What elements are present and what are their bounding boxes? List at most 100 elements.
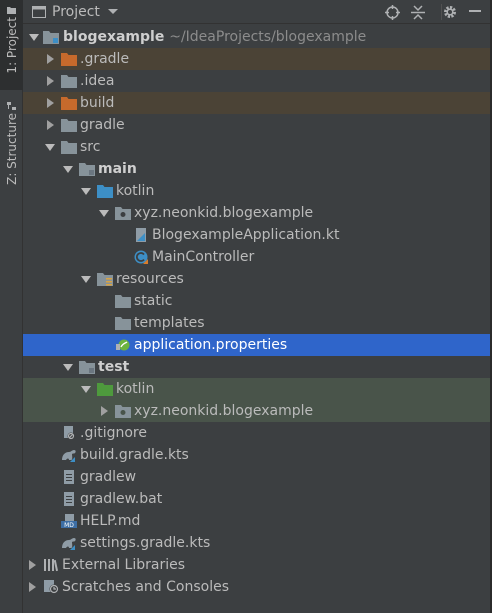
folder-icon bbox=[61, 141, 77, 154]
tree-node-label: src bbox=[80, 139, 101, 155]
structure-tool-tab[interactable]: Z: Structure bbox=[0, 96, 23, 188]
tree-node-src[interactable]: src bbox=[23, 136, 490, 158]
module-folder-icon bbox=[79, 361, 95, 374]
tree-node-static[interactable]: static bbox=[23, 290, 490, 312]
folder-icon bbox=[115, 295, 131, 308]
tree-node-test-kotlin[interactable]: kotlin bbox=[23, 378, 490, 400]
chevron-down-icon[interactable] bbox=[107, 9, 118, 14]
project-tool-tab[interactable]: 1: Project bbox=[0, 0, 23, 90]
chevron-down-icon[interactable] bbox=[81, 188, 91, 195]
tree-node-test-package[interactable]: xyz.neonkid.blogexample bbox=[23, 400, 490, 422]
tree-node-scratches[interactable]: Scratches and Consoles bbox=[23, 576, 490, 598]
tree-node-label: xyz.neonkid.blogexample bbox=[134, 205, 314, 221]
tree-node-label: Scratches and Consoles bbox=[62, 579, 229, 595]
text-file-icon bbox=[64, 470, 74, 484]
project-path: ~/IdeaProjects/blogexample bbox=[169, 29, 367, 45]
resources-root-icon bbox=[97, 273, 113, 286]
chevron-right-icon[interactable] bbox=[29, 582, 36, 592]
tree-node-gradle[interactable]: gradle bbox=[23, 114, 490, 136]
project-tree[interactable]: blogexample ~/IdeaProjects/blogexample .… bbox=[23, 26, 490, 598]
tree-node-test[interactable]: test bbox=[23, 356, 490, 378]
tree-node-label: settings.gradle.kts bbox=[80, 535, 211, 551]
structure-tool-tab-label: Z: Structure bbox=[4, 113, 19, 185]
tree-node-gradlew[interactable]: gradlew bbox=[23, 466, 490, 488]
package-icon bbox=[115, 207, 131, 220]
tree-node-templates[interactable]: templates bbox=[23, 312, 490, 334]
tree-node-resources[interactable]: resources bbox=[23, 268, 490, 290]
tree-node-label: blogexample ~/IdeaProjects/blogexample bbox=[63, 28, 366, 46]
chevron-down-icon[interactable] bbox=[81, 386, 91, 393]
tree-node-main-kotlin[interactable]: kotlin bbox=[23, 180, 490, 202]
chevron-right-icon[interactable] bbox=[29, 560, 36, 570]
tree-node-label: gradlew.bat bbox=[80, 491, 163, 507]
tree-node-label: kotlin bbox=[116, 381, 155, 397]
project-icon bbox=[32, 5, 46, 18]
tree-node-build[interactable]: build bbox=[23, 92, 490, 114]
tree-node-dot-idea[interactable]: .idea bbox=[23, 70, 490, 92]
gradle-kts-icon bbox=[62, 538, 76, 550]
tree-node-blogexample-application[interactable]: BlogexampleApplication.kt bbox=[23, 224, 490, 246]
tree-node-gradlew-bat[interactable]: gradlew.bat bbox=[23, 488, 490, 510]
tree-node-label: xyz.neonkid.blogexample bbox=[134, 403, 314, 419]
locate-icon bbox=[384, 4, 400, 20]
chevron-down-icon[interactable] bbox=[45, 144, 55, 151]
settings-button[interactable] bbox=[441, 3, 459, 21]
tree-node-main[interactable]: main bbox=[23, 158, 490, 180]
chevron-down-icon[interactable] bbox=[99, 210, 109, 217]
project-tool-tab-label: 1: Project bbox=[4, 17, 19, 74]
project-name: blogexample bbox=[63, 29, 165, 45]
tree-node-build-gradle-kts[interactable]: build.gradle.kts bbox=[23, 444, 490, 466]
tree-node-help-md[interactable]: MD HELP.md bbox=[23, 510, 490, 532]
chevron-down-icon[interactable] bbox=[63, 364, 73, 371]
test-root-icon bbox=[97, 383, 113, 396]
hide-button[interactable] bbox=[466, 3, 484, 21]
structure-icon bbox=[7, 102, 16, 110]
tree-node-label: External Libraries bbox=[62, 557, 185, 573]
chevron-right-icon[interactable] bbox=[47, 76, 54, 86]
tree-node-label: .idea bbox=[80, 73, 115, 89]
text-file-icon bbox=[64, 492, 74, 506]
tree-node-label: kotlin bbox=[116, 183, 155, 199]
chevron-down-icon[interactable] bbox=[63, 166, 73, 173]
chevron-right-icon[interactable] bbox=[47, 120, 54, 130]
tree-node-label: build bbox=[80, 95, 115, 111]
collapse-all-icon bbox=[411, 4, 425, 20]
chevron-right-icon[interactable] bbox=[47, 54, 54, 64]
project-view-title[interactable]: Project bbox=[52, 4, 100, 20]
tree-node-label: .gradle bbox=[80, 51, 130, 67]
tree-node-application-properties[interactable]: application.properties bbox=[23, 334, 490, 356]
folder-icon bbox=[7, 7, 16, 14]
tree-node-label: BlogexampleApplication.kt bbox=[152, 227, 340, 243]
tree-node-package[interactable]: xyz.neonkid.blogexample bbox=[23, 202, 490, 224]
tree-node-label: .gitignore bbox=[80, 425, 147, 441]
spring-properties-icon bbox=[116, 339, 130, 351]
module-folder-icon bbox=[43, 31, 59, 44]
hide-icon bbox=[469, 10, 481, 12]
markdown-icon: MD bbox=[61, 514, 77, 528]
kotlin-file-icon bbox=[136, 228, 146, 242]
tree-node-label: test bbox=[98, 359, 130, 375]
chevron-down-icon[interactable] bbox=[81, 276, 91, 283]
gitignore-icon bbox=[64, 426, 75, 440]
excluded-folder-icon bbox=[61, 53, 77, 66]
chevron-down-icon[interactable] bbox=[29, 34, 39, 41]
gradle-kts-icon bbox=[62, 450, 76, 462]
gear-icon bbox=[444, 6, 456, 18]
tree-node-label: build.gradle.kts bbox=[80, 447, 189, 463]
scratches-icon bbox=[44, 580, 59, 594]
chevron-right-icon[interactable] bbox=[101, 406, 108, 416]
tree-node-label: gradlew bbox=[80, 469, 137, 485]
tree-node-dot-gradle[interactable]: .gradle bbox=[23, 48, 490, 70]
tree-node-settings-gradle-kts[interactable]: settings.gradle.kts bbox=[23, 532, 490, 554]
tree-node-blogexample[interactable]: blogexample ~/IdeaProjects/blogexample bbox=[23, 26, 490, 48]
tree-node-external-libraries[interactable]: External Libraries bbox=[23, 554, 490, 576]
tree-node-main-controller[interactable]: MainController bbox=[23, 246, 490, 268]
tree-node-label: application.properties bbox=[134, 337, 288, 353]
folder-icon bbox=[61, 75, 77, 88]
collapse-all-button[interactable] bbox=[409, 3, 427, 21]
locate-button[interactable] bbox=[383, 3, 401, 21]
tree-node-label: templates bbox=[134, 315, 205, 331]
tree-node-label: MainController bbox=[152, 249, 255, 265]
tree-node-gitignore[interactable]: .gitignore bbox=[23, 422, 490, 444]
chevron-right-icon[interactable] bbox=[47, 98, 54, 108]
